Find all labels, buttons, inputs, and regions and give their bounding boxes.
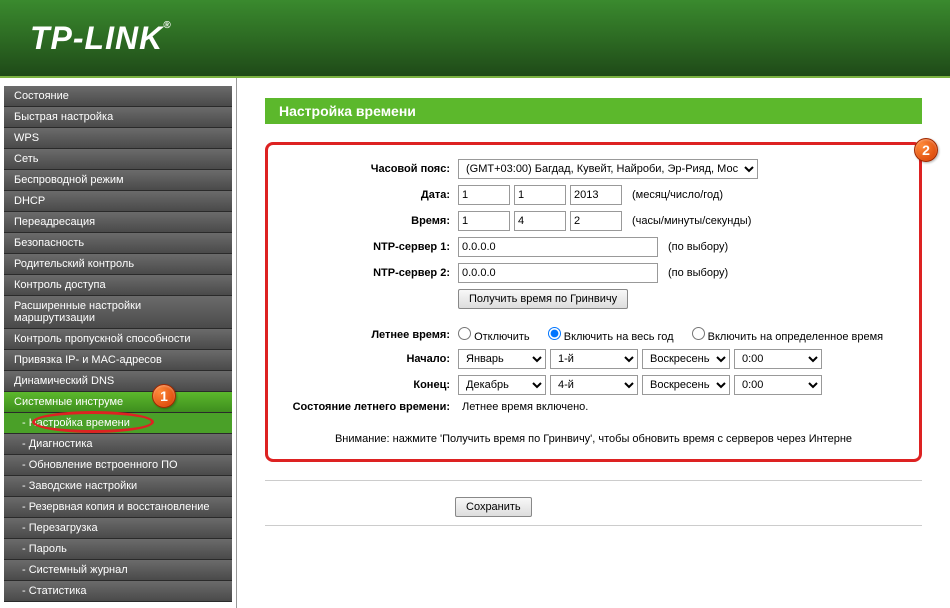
select-start-time[interactable]: 0:00 (734, 349, 822, 369)
input-date-day[interactable] (514, 185, 566, 205)
page-title: Настройка времени (265, 98, 922, 124)
hint-ntp1: (по выбору) (668, 241, 728, 253)
sidebar-item-routing[interactable]: Расширенные настройки маршрутизации (4, 296, 232, 329)
select-end-month[interactable]: Декабрь (458, 375, 546, 395)
sidebar-item-wps[interactable]: WPS (4, 128, 232, 149)
sidebar-item-bandwidth[interactable]: Контроль пропускной способности (4, 329, 232, 350)
select-start-month[interactable]: Январь (458, 349, 546, 369)
sidebar-item-wireless[interactable]: Беспроводной режим (4, 170, 232, 191)
sidebar-sub-diagnostics[interactable]: - Диагностика (4, 434, 232, 455)
sidebar-item-ddns[interactable]: Динамический DNS (4, 371, 232, 392)
input-time-s[interactable] (570, 211, 622, 231)
sidebar-item-parental[interactable]: Родительский контроль (4, 254, 232, 275)
label-ntp2: NTP-сервер 2: (278, 267, 458, 279)
select-end-week[interactable]: 4-й (550, 375, 638, 395)
sidebar-item-quick-setup[interactable]: Быстрая настройка (4, 107, 232, 128)
radio-dst-period-label[interactable]: Включить на определенное время (692, 327, 884, 343)
hint-ntp2: (по выбору) (668, 267, 728, 279)
sidebar-item-network[interactable]: Сеть (4, 149, 232, 170)
sidebar-sub-time-settings[interactable]: - Настройка времени (4, 413, 232, 434)
hint-date: (месяц/число/год) (632, 189, 723, 201)
sidebar-item-forwarding[interactable]: Переадресация (4, 212, 232, 233)
select-end-time[interactable]: 0:00 (734, 375, 822, 395)
sidebar-item-access-control[interactable]: Контроль доступа (4, 275, 232, 296)
radio-dst-period[interactable] (692, 327, 705, 340)
sidebar-sub-firmware[interactable]: - Обновление встроенного ПО (4, 455, 232, 476)
sidebar: Состояние Быстрая настройка WPS Сеть Бес… (0, 78, 237, 608)
sidebar-sub-reboot[interactable]: - Перезагрузка (4, 518, 232, 539)
select-end-day[interactable]: Воскресенье (642, 375, 730, 395)
sidebar-item-dhcp[interactable]: DHCP (4, 191, 232, 212)
label-end: Конец: (278, 379, 458, 391)
label-start: Начало: (278, 353, 458, 365)
sidebar-sub-time-label: - Настройка времени (22, 417, 130, 429)
input-ntp2[interactable] (458, 263, 658, 283)
sidebar-item-status[interactable]: Состояние (4, 86, 232, 107)
label-dst-status: Состояние летнего времени: (278, 401, 458, 413)
select-start-day[interactable]: Воскресенье (642, 349, 730, 369)
label-date: Дата: (278, 189, 458, 201)
sidebar-sub-password[interactable]: - Пароль (4, 539, 232, 560)
sidebar-sub-statistics[interactable]: - Статистика (4, 581, 232, 602)
label-ntp1: NTP-сервер 1: (278, 241, 458, 253)
radio-dst-year-label[interactable]: Включить на весь год (548, 327, 674, 343)
dst-status-value: Летнее время включено. (458, 401, 588, 413)
hint-time: (часы/минуты/секунды) (632, 215, 751, 227)
brand-logo: TP-LINK® (30, 20, 172, 57)
input-date-month[interactable] (458, 185, 510, 205)
get-gmt-button[interactable]: Получить время по Гринвичу (458, 289, 628, 309)
select-timezone[interactable]: (GMT+03:00) Багдад, Кувейт, Найроби, Эр-… (458, 159, 758, 179)
sidebar-sub-syslog[interactable]: - Системный журнал (4, 560, 232, 581)
sidebar-sub-backup[interactable]: - Резервная копия и восстановление (4, 497, 232, 518)
radio-dst-year[interactable] (548, 327, 561, 340)
label-dst: Летнее время: (278, 329, 458, 341)
form-panel: Часовой пояс: (GMT+03:00) Багдад, Кувейт… (265, 142, 922, 462)
select-start-week[interactable]: 1-й (550, 349, 638, 369)
content-area: Настройка времени Часовой пояс: (GMT+03:… (237, 78, 950, 608)
sidebar-sub-factory[interactable]: - Заводские настройки (4, 476, 232, 497)
input-time-h[interactable] (458, 211, 510, 231)
radio-dst-off[interactable] (458, 327, 471, 340)
sidebar-item-system-tools[interactable]: Системные инструме (4, 392, 232, 413)
annotation-badge-2: 2 (914, 138, 938, 162)
header: TP-LINK® (0, 0, 950, 78)
save-button[interactable]: Сохранить (455, 497, 532, 517)
warning-text: Внимание: нажмите 'Получить время по Гри… (278, 433, 909, 445)
input-time-m[interactable] (514, 211, 566, 231)
label-time: Время: (278, 215, 458, 227)
radio-dst-off-label[interactable]: Отключить (458, 327, 530, 343)
input-date-year[interactable] (570, 185, 622, 205)
input-ntp1[interactable] (458, 237, 658, 257)
sidebar-item-ip-mac[interactable]: Привязка IP- и MAC-адресов (4, 350, 232, 371)
annotation-badge-1: 1 (152, 384, 176, 408)
label-timezone: Часовой пояс: (278, 163, 458, 175)
sidebar-item-security[interactable]: Безопасность (4, 233, 232, 254)
